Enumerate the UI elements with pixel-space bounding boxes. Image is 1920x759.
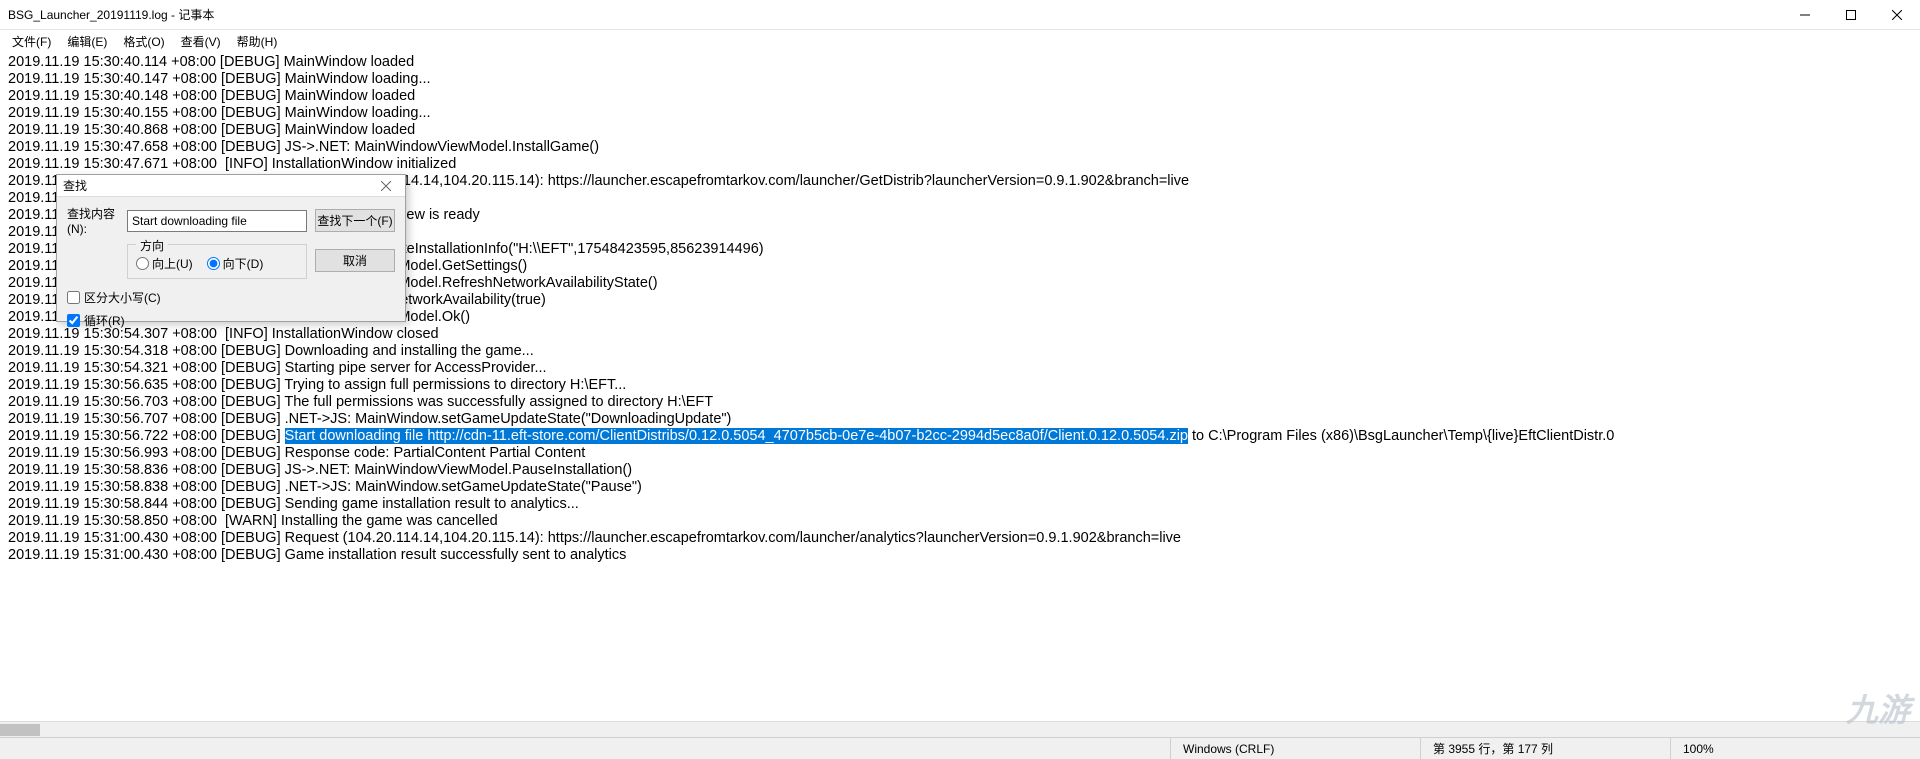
find-title-text: 查找 xyxy=(63,177,373,194)
find-label: 查找内容(N): xyxy=(67,205,119,236)
log-line: 2019.11.19 15:30:47.671 +08:00 [INFO] In… xyxy=(8,156,1912,173)
status-zoom: 100% xyxy=(1670,738,1920,759)
log-line: 2019.11.19 15:30:40.114 +08:00 [DEBUG] M… xyxy=(8,54,1912,71)
find-next-button[interactable]: 查找下一个(F) xyxy=(315,209,395,232)
statusbar: Windows (CRLF) 第 3955 行，第 177 列 100% xyxy=(0,737,1920,759)
window-controls xyxy=(1782,0,1920,30)
maximize-button[interactable] xyxy=(1828,0,1874,30)
menu-edit[interactable]: 编辑(E) xyxy=(59,31,115,52)
log-line: 2019.11.19 15:30:58.850 +08:00 [WARN] In… xyxy=(8,513,1912,530)
log-line: 2019.11.19 15:30:54.321 +08:00 [DEBUG] S… xyxy=(8,360,1912,377)
match-case-checkbox[interactable]: 区分大小写(C) xyxy=(67,289,307,306)
log-line: 2019.11.19 15:30:40.155 +08:00 [DEBUG] M… xyxy=(8,105,1912,122)
menu-file[interactable]: 文件(F) xyxy=(4,31,59,52)
log-line: 2019.11.19 15:30:58.844 +08:00 [DEBUG] S… xyxy=(8,496,1912,513)
log-line: 2019.11.19 15:30:56.993 +08:00 [DEBUG] R… xyxy=(8,445,1912,462)
menu-view[interactable]: 查看(V) xyxy=(173,31,229,52)
horizontal-scrollbar[interactable] xyxy=(0,721,1920,737)
direction-up[interactable]: 向上(U) xyxy=(136,255,193,272)
search-match: Start downloading file http://cdn-11.eft… xyxy=(285,428,1188,444)
status-position: 第 3955 行，第 177 列 xyxy=(1420,738,1670,759)
log-line-highlighted: 2019.11.19 15:30:56.722 +08:00 [DEBUG] S… xyxy=(8,428,1912,445)
log-line: 2019.11.19 15:30:56.703 +08:00 [DEBUG] T… xyxy=(8,394,1912,411)
find-close-button[interactable] xyxy=(373,177,399,195)
menu-format[interactable]: 格式(O) xyxy=(115,31,172,52)
log-line: 2019.11.19 15:31:00.430 +08:00 [DEBUG] G… xyxy=(8,547,1912,564)
status-encoding: Windows (CRLF) xyxy=(1170,738,1420,759)
direction-down[interactable]: 向下(D) xyxy=(207,255,264,272)
menu-help[interactable]: 帮助(H) xyxy=(229,31,286,52)
log-line: 2019.11.19 15:30:40.148 +08:00 [DEBUG] M… xyxy=(8,88,1912,105)
find-input[interactable] xyxy=(127,210,307,232)
log-line: 2019.11.19 15:30:40.147 +08:00 [DEBUG] M… xyxy=(8,71,1912,88)
titlebar: BSG_Launcher_20191119.log - 记事本 xyxy=(0,0,1920,30)
log-line: 2019.11.19 15:30:40.868 +08:00 [DEBUG] M… xyxy=(8,122,1912,139)
minimize-button[interactable] xyxy=(1782,0,1828,30)
find-titlebar: 查找 xyxy=(57,175,405,197)
log-line: 2019.11.19 15:30:54.318 +08:00 [DEBUG] D… xyxy=(8,343,1912,360)
text-area[interactable]: 2019.11.19 15:30:40.114 +08:00 [DEBUG] M… xyxy=(0,52,1920,721)
scroll-thumb[interactable] xyxy=(0,724,40,736)
log-line: 2019.11.19 15:30:47.658 +08:00 [DEBUG] J… xyxy=(8,139,1912,156)
close-button[interactable] xyxy=(1874,0,1920,30)
find-cancel-button[interactable]: 取消 xyxy=(315,249,395,272)
log-line: 2019.11.19 15:30:56.707 +08:00 [DEBUG] .… xyxy=(8,411,1912,428)
window-title: BSG_Launcher_20191119.log - 记事本 xyxy=(8,6,1782,23)
wrap-checkbox[interactable]: 循环(R) xyxy=(67,312,307,329)
log-line: 2019.11.19 15:31:00.430 +08:00 [DEBUG] R… xyxy=(8,530,1912,547)
log-line: 2019.11.19 15:30:58.836 +08:00 [DEBUG] J… xyxy=(8,462,1912,479)
log-line: 2019.11.19 15:30:58.838 +08:00 [DEBUG] .… xyxy=(8,479,1912,496)
find-dialog: 查找 查找内容(N): 查找下一个(F) 方向 向上(U) 向下(D) 取消 区… xyxy=(56,174,406,322)
menubar: 文件(F) 编辑(E) 格式(O) 查看(V) 帮助(H) xyxy=(0,30,1920,52)
direction-legend: 方向 xyxy=(136,237,168,254)
log-line: 2019.11.19 15:30:56.635 +08:00 [DEBUG] T… xyxy=(8,377,1912,394)
direction-group: 方向 向上(U) 向下(D) xyxy=(127,244,307,279)
